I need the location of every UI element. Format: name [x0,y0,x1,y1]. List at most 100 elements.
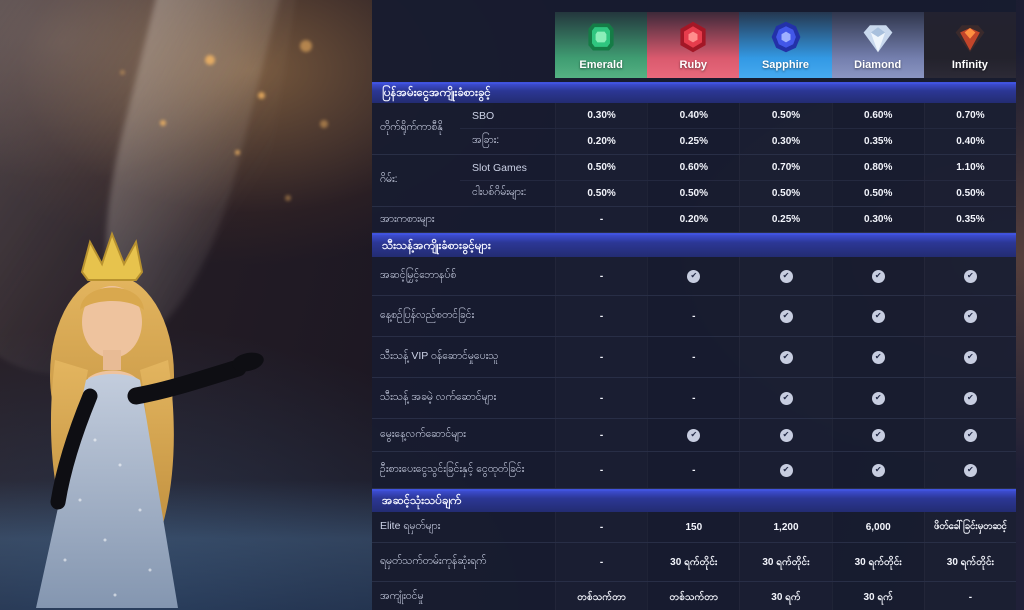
promo-model-illustration [0,210,310,610]
review-rows: Elite ရမှတ်များ - 150 1,200 6,000 ဖိတ်ခေ… [372,512,1016,610]
tier-tab-emerald[interactable]: Emerald [555,12,647,78]
value-cell: - [555,543,647,581]
benefit-cell: ✓ [739,257,831,295]
row-label: အခြား: [460,129,555,154]
value-cell: - [924,582,1016,610]
value-cell: 0.70% [739,155,831,180]
table-row: အခြား: 0.20% 0.25% 0.30% 0.35% 0.40% [460,128,1016,154]
value-cell: 0.30% [832,207,924,232]
table-row: သီးသန့် အခမဲ့ လက်ဆောင်များ - - ✓ ✓ ✓ [372,378,1016,419]
tier-tab-sapphire[interactable]: Sapphire [739,12,831,78]
exclusive-rows: အဆင့်မြှင့်ဘောနပ်စ် - ✓ ✓ ✓ ✓ နေ့စဉ်ပြန်… [372,257,1016,489]
tier-label: Ruby [680,59,708,71]
value-cell: 30 ရက်တိုင်း [647,543,739,581]
row-label: အကျုံးဝင်မှု [372,582,555,610]
value-cell: ဖိတ်ခေါ်ခြင်းမှတဆင့် [924,512,1016,542]
section-header-exclusive: သီးသန့်အကျိုးခံစားခွင့်များ [372,233,1016,257]
value-cell: 0.20% [555,129,647,154]
value-cell: 0.60% [647,155,739,180]
row-label: ရမှတ်သက်တမ်းကုန်ဆုံးရက် [372,543,555,581]
row-label: အဆင့်မြှင့်ဘောနပ်စ် [372,257,555,295]
value-cell: 0.50% [739,181,831,206]
benefit-cell: ✓ [832,419,924,451]
benefit-cell: ✓ [739,419,831,451]
tier-tab-infinity[interactable]: Infinity [924,12,1016,78]
benefit-cell: ✓ [924,296,1016,336]
benefit-cell: - [647,378,739,418]
benefit-cell: - [555,337,647,377]
row-label: ငါးပစ်ဂိမ်းများ: [460,181,555,206]
value-cell: 0.50% [555,181,647,206]
value-cell: 0.50% [924,181,1016,206]
table-group-games: ဂိမ်း: Slot Games 0.50% 0.60% 0.70% 0.80… [372,155,1016,207]
bokeh-light [120,70,125,75]
group-label: တိုက်ရိုက်ကာစီနို [372,103,460,154]
benefit-cell: ✓ [832,452,924,488]
row-label: မွေးနေ့လက်ဆောင်များ [372,419,555,451]
tier-label: Emerald [579,59,622,71]
value-cell: 0.35% [924,207,1016,232]
value-cell: 30 ရက်တိုင်း [924,543,1016,581]
group-label: ဂိမ်း: [372,155,460,206]
vip-tiers-page: Emerald Ruby Sapphire [0,0,1024,610]
section-title: ပြန်အမ်းငွေအကျိုးခံစားခွင့် [382,85,491,102]
bokeh-light [300,40,312,52]
bokeh-light [320,120,328,128]
bokeh-light [160,120,166,126]
benefit-cell: ✓ [647,257,739,295]
value-cell: 30 ရက်တိုင်း [739,543,831,581]
tier-header-row: Emerald Ruby Sapphire [555,12,1016,78]
benefit-cell: ✓ [924,378,1016,418]
ruby-gem-icon [675,19,711,55]
sapphire-gem-icon [768,19,804,55]
row-label: သီးသန့် အခမဲ့ လက်ဆောင်များ [372,378,555,418]
benefit-cell: ✓ [739,296,831,336]
tier-tab-ruby[interactable]: Ruby [647,12,739,78]
benefit-cell: ✓ [739,378,831,418]
row-label: Elite ရမှတ်များ [372,512,555,542]
value-cell: တစ်သက်တာ [555,582,647,610]
table-group-live-casino: တိုက်ရိုက်ကာစီနို SBO 0.30% 0.40% 0.50% … [372,103,1016,155]
value-cell: 0.25% [739,207,831,232]
value-cell: 0.25% [647,129,739,154]
bokeh-light [205,55,215,65]
benefit-cell: ✓ [924,452,1016,488]
value-cell: 0.50% [647,181,739,206]
tier-label: Infinity [952,59,988,71]
table-row: SBO 0.30% 0.40% 0.50% 0.60% 0.70% [460,103,1016,128]
value-cell: 6,000 [832,512,924,542]
row-label: ဦးစားပေးငွေသွင်းခြင်းနှင့် ငွေထုတ်ခြင်း [372,452,555,488]
table-row: အဆင့်မြှင့်ဘောနပ်စ် - ✓ ✓ ✓ ✓ [372,257,1016,296]
row-label: နေ့စဉ်ပြန်လည်စတင်ခြင်း [372,296,555,336]
benefit-cell: - [555,419,647,451]
value-cell: 0.20% [647,207,739,232]
value-cell: 0.50% [739,103,831,128]
benefit-cell: ✓ [832,296,924,336]
benefit-cell: ✓ [832,378,924,418]
section-title: အဆင့်သုံးသပ်ချက် [382,493,461,510]
bokeh-light [235,150,240,155]
section-header-cashback: ပြန်အမ်းငွေအကျိုးခံစားခွင့် [372,82,1016,103]
value-cell: 30 ရက် [739,582,831,610]
value-cell: 30 ရက်တိုင်း [832,543,924,581]
bokeh-light [285,195,291,201]
benefit-cell: ✓ [832,337,924,377]
benefit-cell: - [555,257,647,295]
benefit-cell: - [555,452,647,488]
table-row: ရမှတ်သက်တမ်းကုန်ဆုံးရက် - 30 ရက်တိုင်း 3… [372,543,1016,582]
value-cell: 0.40% [647,103,739,128]
benefit-cell: ✓ [832,257,924,295]
value-cell: 150 [647,512,739,542]
value-cell: 0.60% [832,103,924,128]
table-row: Elite ရမှတ်များ - 150 1,200 6,000 ဖိတ်ခေ… [372,512,1016,543]
infinity-gem-icon [952,19,988,55]
tier-tab-diamond[interactable]: Diamond [832,12,924,78]
table-row: မွေးနေ့လက်ဆောင်များ - ✓ ✓ ✓ ✓ [372,419,1016,452]
value-cell: 0.80% [832,155,924,180]
benefit-cell: - [555,296,647,336]
value-cell: တစ်သက်တာ [647,582,739,610]
benefit-cell: - [647,337,739,377]
benefit-cell: ✓ [739,452,831,488]
benefit-cell: - [555,378,647,418]
table-row: ငါးပစ်ဂိမ်းများ: 0.50% 0.50% 0.50% 0.50%… [460,180,1016,206]
